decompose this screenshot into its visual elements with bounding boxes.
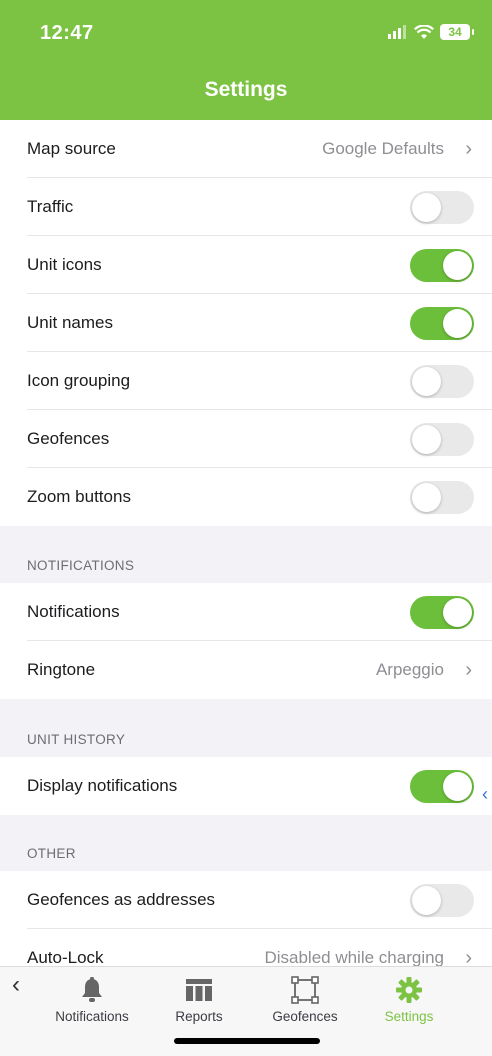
row-geofences-as-addresses: Geofences as addresses: [0, 871, 492, 929]
row-value: Google Defaults: [322, 139, 444, 158]
zoom-buttons-toggle[interactable]: [410, 481, 474, 514]
row-label: Zoom buttons: [27, 487, 131, 506]
geofence-icon: [260, 975, 350, 1005]
battery-icon: 34: [440, 24, 474, 40]
row-label: Geofences as addresses: [27, 890, 216, 909]
section-title: UNIT HISTORY: [27, 732, 126, 747]
tab-reports[interactable]: Reports: [154, 975, 244, 1024]
row-icon-grouping: Icon grouping: [0, 352, 492, 410]
tab-settings[interactable]: Settings: [364, 975, 454, 1024]
page-title: Settings: [204, 78, 288, 101]
toggle-knob: [412, 886, 441, 915]
row-geofences: Geofences: [0, 410, 492, 468]
section-title: OTHER: [27, 846, 76, 861]
unit-icons-toggle[interactable]: [410, 249, 474, 282]
tab-geofences[interactable]: Geofences: [260, 975, 350, 1024]
row-value: Arpeggio: [375, 660, 444, 679]
row-map-source[interactable]: Map source Google Defaults ›: [0, 120, 492, 178]
display-notifications-toggle[interactable]: [410, 770, 474, 803]
unit-names-toggle[interactable]: [410, 307, 474, 340]
tab-label: Settings: [384, 1009, 434, 1024]
row-label: Icon grouping: [27, 371, 131, 390]
row-zoom-buttons: Zoom buttons: [0, 468, 492, 526]
row-ringtone[interactable]: Ringtone Arpeggio ›: [0, 641, 492, 699]
back-chevron-icon[interactable]: ‹: [12, 971, 20, 999]
chevron-right-icon: ›: [465, 659, 472, 681]
row-label: Notifications: [27, 602, 120, 621]
section-header-unit-history: UNIT HISTORY: [0, 699, 492, 757]
tab-label: Notifications: [55, 1009, 129, 1024]
table-icon: [154, 975, 244, 1005]
scroll-handle-icon[interactable]: ‹: [482, 784, 492, 808]
home-indicator: [174, 1038, 320, 1044]
section-title: NOTIFICATIONS: [27, 558, 135, 573]
traffic-toggle[interactable]: [410, 191, 474, 224]
row-label: Unit icons: [27, 255, 102, 274]
row-label: Traffic: [27, 197, 74, 216]
row-label: Unit names: [27, 313, 113, 332]
notifications-toggle[interactable]: [410, 596, 474, 629]
toggle-knob: [412, 483, 441, 512]
toggle-knob: [443, 772, 472, 801]
icon-grouping-toggle[interactable]: [410, 365, 474, 398]
tab-notifications[interactable]: Notifications: [47, 975, 137, 1024]
row-notifications: Notifications: [0, 583, 492, 641]
toggle-knob: [443, 309, 472, 338]
tab-label: Reports: [175, 1009, 223, 1024]
row-unit-icons: Unit icons: [0, 236, 492, 294]
status-icons: 34: [388, 22, 474, 42]
chevron-right-icon: ›: [465, 138, 472, 160]
signal-icon: [388, 25, 406, 39]
bell-icon: [47, 975, 137, 1005]
wifi-icon: [414, 24, 434, 39]
geofences-toggle[interactable]: [410, 423, 474, 456]
nav-header: 12:47 34 Settings: [0, 0, 492, 120]
status-time: 12:47: [40, 22, 94, 44]
row-label: Geofences: [27, 429, 110, 448]
toggle-knob: [412, 193, 441, 222]
toggle-knob: [412, 367, 441, 396]
row-display-notifications: Display notifications: [0, 757, 492, 815]
tab-label: Geofences: [272, 1009, 338, 1024]
toggle-knob: [443, 598, 472, 627]
row-label: Ringtone: [27, 660, 96, 679]
geofences-as-addresses-toggle[interactable]: [410, 884, 474, 917]
row-unit-names: Unit names: [0, 294, 492, 352]
toggle-knob: [443, 251, 472, 280]
toggle-knob: [412, 425, 441, 454]
battery-level: 34: [448, 25, 462, 39]
row-label: Map source: [27, 139, 116, 158]
section-header-notifications: NOTIFICATIONS: [0, 526, 492, 583]
row-label: Display notifications: [27, 776, 178, 795]
row-traffic: Traffic: [0, 178, 492, 236]
section-header-other: OTHER: [0, 815, 492, 871]
gear-icon: [364, 975, 454, 1005]
